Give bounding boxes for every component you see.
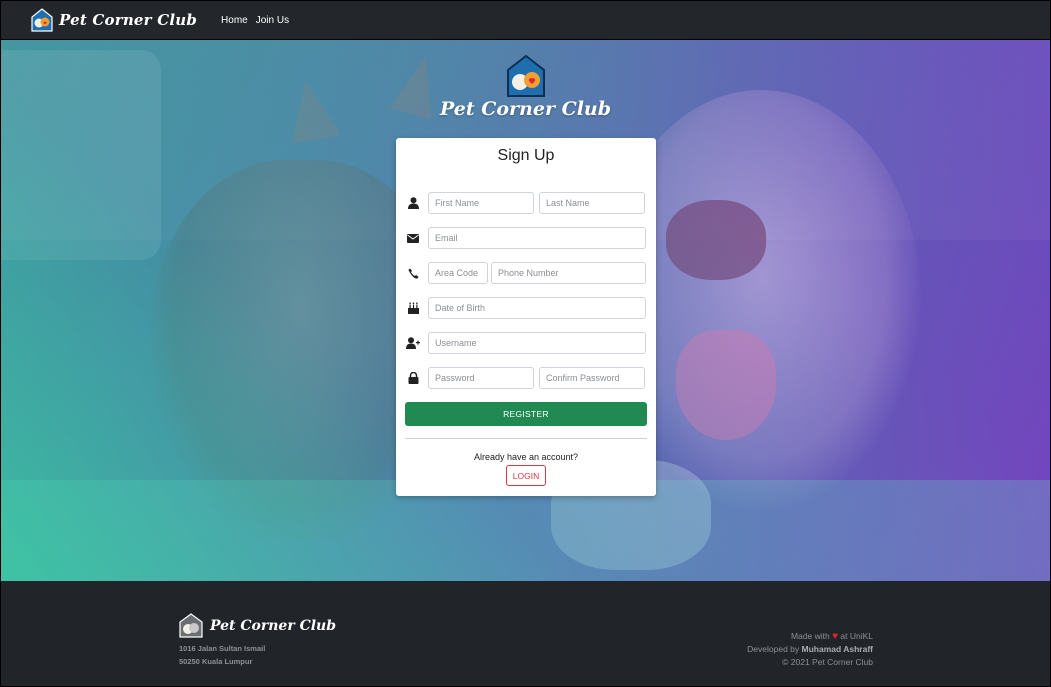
hero-section: Pet Corner Club Sign Up First Name Last … [1,40,1050,581]
dob-row [396,297,656,319]
divider [405,438,647,439]
logo-icon [507,54,545,97]
already-have-account-text: Already have an account? [473,452,579,462]
username-field[interactable] [428,332,646,354]
first-name-field[interactable] [428,192,534,214]
login-button[interactable]: LOGIN [506,465,546,486]
address-line-1: 1016 Jalan Sultan Ismail [179,644,266,653]
email-field[interactable] [428,227,646,249]
password-row [396,367,656,389]
logo-icon [31,8,53,32]
made-with-line: Made with ♥ at UniKL [791,631,873,642]
confirm-password-field[interactable] [539,367,645,389]
password-field[interactable] [428,367,534,389]
user-icon [396,197,428,209]
nav-link-home[interactable]: Home [221,15,248,26]
made-with-prefix: Made with [790,631,830,641]
developed-by-line: Developed by Muhamad Ashraff [747,644,873,654]
brand-text: Pet Corner Club [59,11,198,29]
signup-card: Sign Up First Name Last Name Email Area … [396,138,656,496]
developer-name: Muhamad Ashraff [801,644,873,654]
birthday-cake-icon [396,302,428,314]
hero-title: Pet Corner Club [439,98,612,120]
nav-links: Home Join Us [221,15,297,26]
made-with-suffix: at UniKL [840,631,873,641]
footer-brand-text: Pet Corner Club [210,617,337,634]
address-line-2: 50250 Kuala Lumpur [179,657,253,666]
copyright: © 2021 Pet Corner Club [782,657,873,667]
email-row [396,227,656,249]
name-row [396,192,656,214]
nav-link-join-us[interactable]: Join Us [256,15,289,26]
last-name-field[interactable] [539,192,645,214]
navbar: Pet Corner Club Home Join Us [1,1,1050,40]
phone-icon [396,268,428,279]
register-button[interactable]: REGISTER [405,402,647,426]
envelope-icon [396,233,428,243]
username-row [396,332,656,354]
lock-icon [396,372,428,384]
developed-by-prefix: Developed by [747,644,800,654]
footer: Pet Corner Club 1016 Jalan Sultan Ismail… [1,581,1050,686]
area-code-field[interactable] [428,262,488,284]
footer-brand: Pet Corner Club [179,613,336,638]
heart-icon: ♥ [832,631,839,642]
user-plus-icon [396,337,428,349]
phone-row [396,262,656,284]
signup-title: Sign Up [497,147,555,164]
date-of-birth-field[interactable] [428,297,646,319]
navbar-brand[interactable]: Pet Corner Club [31,8,197,32]
logo-icon [179,613,203,638]
phone-number-field[interactable] [491,262,646,284]
